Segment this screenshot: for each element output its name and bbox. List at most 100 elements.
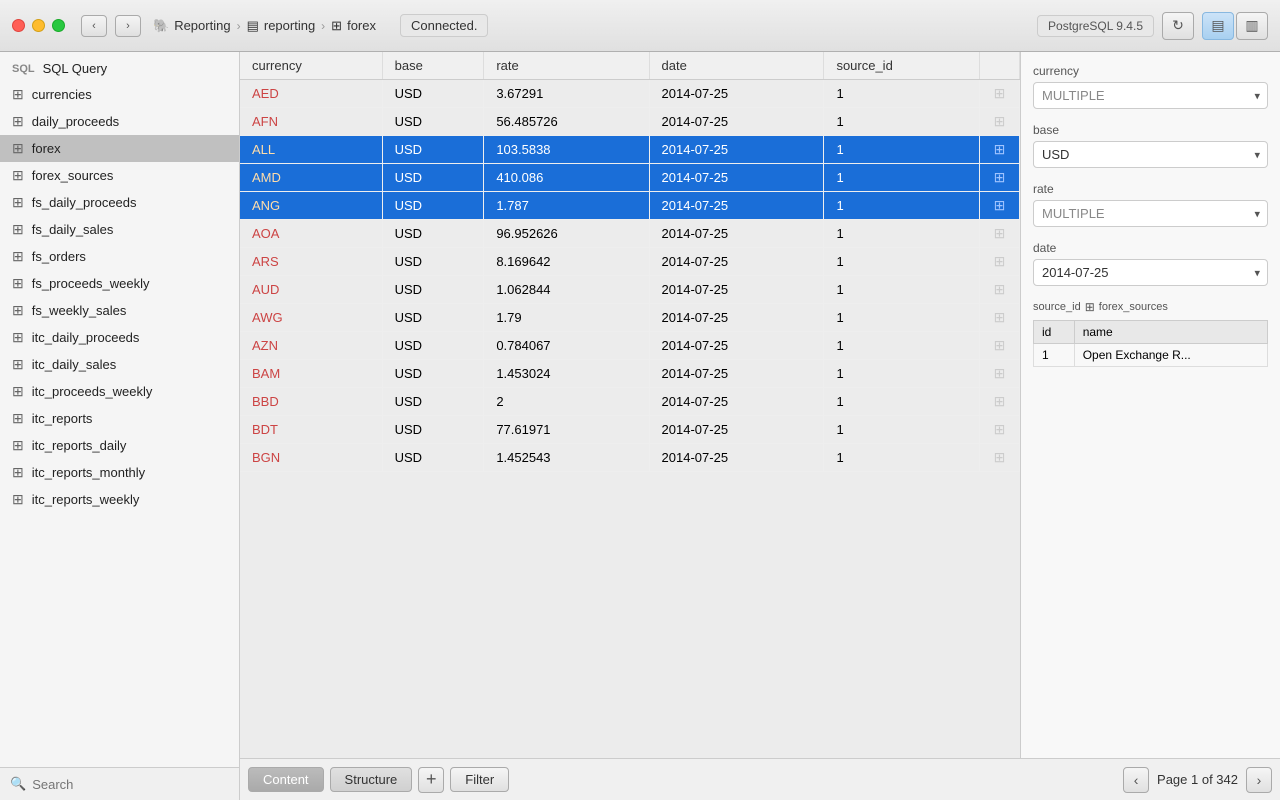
row-detail-icon[interactable]: ⊞ [994,281,1006,297]
content-area: currency base rate date source_id AED US… [240,52,1280,800]
row-detail-icon[interactable]: ⊞ [994,169,1006,185]
row-detail-icon[interactable]: ⊞ [994,393,1006,409]
table-row[interactable]: BBD USD 2 2014-07-25 1 ⊞ [240,388,1020,416]
col-date[interactable]: date [649,52,824,80]
cell-action[interactable]: ⊞ [980,276,1020,304]
main-table-container[interactable]: currency base rate date source_id AED US… [240,52,1020,758]
table-row[interactable]: AUD USD 1.062844 2014-07-25 1 ⊞ [240,276,1020,304]
content-tab[interactable]: Content [248,767,324,792]
sidebar-item-fs-daily-proceeds[interactable]: ⊞ fs_daily_proceeds [0,189,239,216]
table-row[interactable]: AMD USD 410.086 2014-07-25 1 ⊞ [240,164,1020,192]
cell-action[interactable]: ⊞ [980,388,1020,416]
refresh-button[interactable]: ↻ [1162,12,1194,40]
sidebar-item-daily-proceeds[interactable]: ⊞ daily_proceeds [0,108,239,135]
table-row[interactable]: ALL USD 103.5838 2014-07-25 1 ⊞ [240,136,1020,164]
search-input[interactable] [32,777,229,792]
source-table-row[interactable]: 1 Open Exchange R... [1034,344,1268,367]
row-detail-icon[interactable]: ⊞ [994,113,1006,129]
table-row[interactable]: AED USD 3.67291 2014-07-25 1 ⊞ [240,80,1020,108]
row-detail-icon[interactable]: ⊞ [994,253,1006,269]
date-select[interactable]: 2014-07-25 [1033,259,1268,286]
cell-action[interactable]: ⊞ [980,416,1020,444]
layout-sidebar-button[interactable]: ▤ [1202,12,1234,40]
base-select-wrapper[interactable]: USD ▾ [1033,141,1268,168]
table-row[interactable]: AFN USD 56.485726 2014-07-25 1 ⊞ [240,108,1020,136]
table-row[interactable]: AWG USD 1.79 2014-07-25 1 ⊞ [240,304,1020,332]
cell-action[interactable]: ⊞ [980,304,1020,332]
minimize-button[interactable] [32,19,45,32]
cell-date: 2014-07-25 [649,416,824,444]
rate-select-wrapper[interactable]: MULTIPLE ▾ [1033,200,1268,227]
row-detail-icon[interactable]: ⊞ [994,421,1006,437]
add-row-button[interactable]: + [418,767,444,793]
cell-action[interactable]: ⊞ [980,108,1020,136]
table-row[interactable]: AOA USD 96.952626 2014-07-25 1 ⊞ [240,220,1020,248]
sidebar-item-itc-reports[interactable]: ⊞ itc_reports [0,405,239,432]
cell-action[interactable]: ⊞ [980,192,1020,220]
sidebar-item-currencies[interactable]: ⊞ currencies [0,81,239,108]
search-icon: 🔍 [10,776,26,792]
col-base[interactable]: base [382,52,484,80]
close-button[interactable] [12,19,25,32]
sidebar-item-itc-reports-monthly[interactable]: ⊞ itc_reports_monthly [0,459,239,486]
sidebar-item-itc-proceeds-weekly[interactable]: ⊞ itc_proceeds_weekly [0,378,239,405]
col-source-id[interactable]: source_id [824,52,980,80]
sidebar-item-fs-proceeds-weekly[interactable]: ⊞ fs_proceeds_weekly [0,270,239,297]
traffic-lights [12,19,65,32]
table-row[interactable]: BDT USD 77.61971 2014-07-25 1 ⊞ [240,416,1020,444]
row-detail-icon[interactable]: ⊞ [994,309,1006,325]
row-detail-icon[interactable]: ⊞ [994,225,1006,241]
next-page-button[interactable]: › [1246,767,1272,793]
sidebar-item-itc-daily-sales[interactable]: ⊞ itc_daily_sales [0,351,239,378]
maximize-button[interactable] [52,19,65,32]
sidebar-item-fs-weekly-sales[interactable]: ⊞ fs_weekly_sales [0,297,239,324]
row-detail-icon[interactable]: ⊞ [994,337,1006,353]
sidebar-item-fs-daily-sales[interactable]: ⊞ fs_daily_sales [0,216,239,243]
col-currency[interactable]: currency [240,52,382,80]
cell-action[interactable]: ⊞ [980,360,1020,388]
breadcrumb-reporting-db[interactable]: ▤ reporting [247,18,316,34]
cell-action[interactable]: ⊞ [980,80,1020,108]
cell-action[interactable]: ⊞ [980,164,1020,192]
currency-select[interactable]: MULTIPLE [1033,82,1268,109]
row-detail-icon[interactable]: ⊞ [994,85,1006,101]
table-row[interactable]: BGN USD 1.452543 2014-07-25 1 ⊞ [240,444,1020,472]
row-detail-icon[interactable]: ⊞ [994,141,1006,157]
cell-action[interactable]: ⊞ [980,332,1020,360]
sidebar-item-sql-query[interactable]: SQL SQL Query [0,56,239,81]
sidebar-item-forex[interactable]: ⊞ forex [0,135,239,162]
prev-page-button[interactable]: ‹ [1123,767,1149,793]
table-row[interactable]: ANG USD 1.787 2014-07-25 1 ⊞ [240,192,1020,220]
cell-action[interactable]: ⊞ [980,220,1020,248]
structure-tab[interactable]: Structure [330,767,413,792]
rate-select[interactable]: MULTIPLE [1033,200,1268,227]
currency-select-wrapper[interactable]: MULTIPLE ▾ [1033,82,1268,109]
breadcrumb-reporting[interactable]: 🐘 Reporting [153,18,231,34]
table-list-icon: ▤ [247,18,259,34]
base-select[interactable]: USD [1033,141,1268,168]
cell-source-id: 1 [824,192,980,220]
filter-base: base USD ▾ [1033,123,1268,168]
cell-action[interactable]: ⊞ [980,136,1020,164]
forward-button[interactable]: › [115,15,141,37]
table-icon-daily-proceeds: ⊞ [12,113,24,130]
back-button[interactable]: ‹ [81,15,107,37]
sidebar-item-itc-reports-weekly[interactable]: ⊞ itc_reports_weekly [0,486,239,513]
breadcrumb-forex[interactable]: ⊞ forex [331,18,376,34]
sidebar-item-itc-reports-daily[interactable]: ⊞ itc_reports_daily [0,432,239,459]
layout-full-button[interactable]: ▥ [1236,12,1268,40]
table-row[interactable]: BAM USD 1.453024 2014-07-25 1 ⊞ [240,360,1020,388]
cell-action[interactable]: ⊞ [980,248,1020,276]
sidebar-item-fs-orders[interactable]: ⊞ fs_orders [0,243,239,270]
col-rate[interactable]: rate [484,52,649,80]
table-row[interactable]: AZN USD 0.784067 2014-07-25 1 ⊞ [240,332,1020,360]
row-detail-icon[interactable]: ⊞ [994,365,1006,381]
date-select-wrapper[interactable]: 2014-07-25 ▾ [1033,259,1268,286]
table-row[interactable]: ARS USD 8.169642 2014-07-25 1 ⊞ [240,248,1020,276]
sidebar-item-forex-sources[interactable]: ⊞ forex_sources [0,162,239,189]
row-detail-icon[interactable]: ⊞ [994,197,1006,213]
row-detail-icon[interactable]: ⊞ [994,449,1006,465]
cell-action[interactable]: ⊞ [980,444,1020,472]
filter-button[interactable]: Filter [450,767,509,792]
sidebar-item-itc-daily-proceeds[interactable]: ⊞ itc_daily_proceeds [0,324,239,351]
